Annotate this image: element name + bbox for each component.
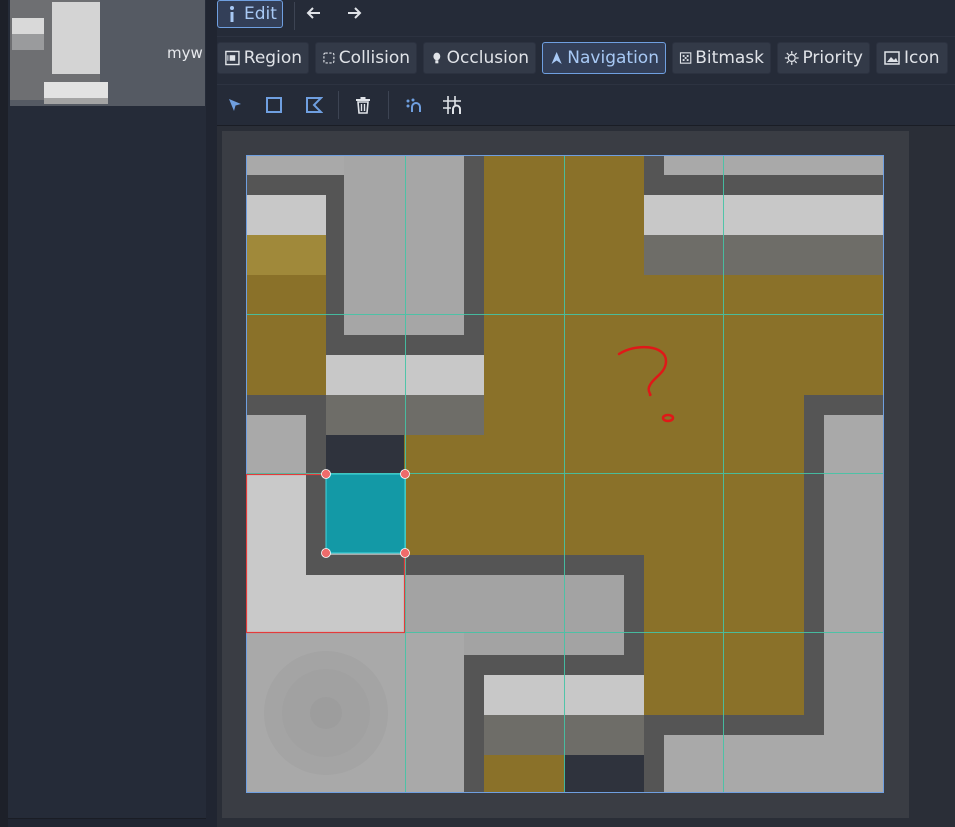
tab-navigation[interactable]: Navigation: [542, 42, 666, 74]
grid-snap-icon: [443, 96, 461, 114]
toolbar-separator: [294, 2, 295, 30]
rectangle-icon: [266, 97, 282, 113]
edit-button[interactable]: Edit: [217, 0, 283, 28]
toolbar-divider: [217, 36, 955, 37]
polygon-vertex-handle[interactable]: [321, 548, 331, 558]
tab-region-label: Region: [243, 48, 302, 68]
tab-priority[interactable]: Priority: [777, 42, 870, 74]
lightbulb-icon: [433, 52, 441, 64]
tab-occlusion-label: Occlusion: [446, 48, 529, 68]
tileset-editor: Edit Region Collision Occlusion Navigati…: [217, 0, 955, 827]
collision-icon: [323, 52, 335, 64]
tab-bitmask-label: Bitmask: [695, 48, 764, 68]
navigation-polygon[interactable]: [325, 473, 406, 554]
tileset-list-panel: [8, 0, 207, 819]
top-toolbar: Edit: [217, 0, 955, 32]
panel-splitter[interactable]: [206, 0, 217, 827]
polygon-vertex-handle[interactable]: [321, 469, 331, 479]
shape-tools-bar: [217, 84, 955, 125]
bitmask-icon: [679, 52, 692, 64]
tab-occlusion[interactable]: Occlusion: [423, 42, 536, 74]
select-pointer-icon: [229, 99, 241, 111]
edit-icon: [230, 6, 234, 22]
polygon-tool-button[interactable]: [301, 92, 327, 118]
left-edge-strip: [0, 0, 8, 827]
navigation-icon: [551, 52, 562, 64]
forward-button[interactable]: [341, 0, 367, 26]
polygon-icon: [306, 97, 323, 113]
tab-icon[interactable]: Icon: [876, 42, 948, 74]
tileset-name-label: myw: [167, 44, 203, 62]
tools-separator-2: [388, 91, 389, 119]
edit-button-label: Edit: [244, 4, 277, 24]
image-icon: [884, 51, 900, 65]
priority-icon: [784, 51, 799, 65]
grid-snap-button[interactable]: [439, 92, 465, 118]
region-icon: [225, 50, 240, 66]
tools-separator: [338, 91, 339, 119]
trash-icon: [356, 97, 370, 114]
arrow-left-icon: [306, 7, 320, 19]
arrow-right-icon: [348, 7, 362, 19]
tab-navigation-label: Navigation: [567, 48, 659, 68]
rectangle-tool-button[interactable]: [261, 92, 287, 118]
delete-shape-button[interactable]: [350, 92, 376, 118]
select-tool-button[interactable]: [222, 92, 248, 118]
tab-bitmask[interactable]: Bitmask: [672, 42, 771, 74]
tab-icon-label: Icon: [904, 48, 940, 68]
tileset-texture[interactable]: ?: [246, 155, 884, 793]
tab-collision-label: Collision: [338, 48, 410, 68]
back-button[interactable]: [301, 0, 327, 26]
tab-collision[interactable]: Collision: [315, 42, 417, 74]
polygon-vertex-handle[interactable]: [400, 469, 410, 479]
polygon-vertex-handle[interactable]: [400, 548, 410, 558]
tab-region[interactable]: Region: [217, 42, 309, 74]
tileset-viewport[interactable]: ?: [217, 125, 955, 827]
snap-icon: [406, 98, 421, 112]
snap-toggle-button[interactable]: [400, 92, 426, 118]
tab-priority-label: Priority: [802, 48, 863, 68]
